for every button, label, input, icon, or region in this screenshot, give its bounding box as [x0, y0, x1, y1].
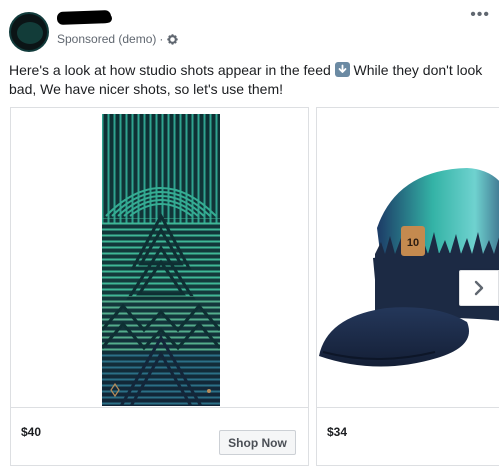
card-price: $40: [21, 425, 42, 439]
card-price: $34: [327, 425, 348, 439]
carousel-card[interactable]: $40 Shop Now: [10, 107, 309, 466]
sponsored-label[interactable]: Sponsored (demo): [57, 32, 156, 46]
carousel-next-button[interactable]: [459, 270, 499, 306]
redacted-page-name-tail: [97, 13, 113, 24]
product-carousel: $40 Shop Now 10 $34: [0, 107, 499, 476]
chevron-right-icon: [474, 280, 484, 296]
post-message: Here's a look at how studio shots appear…: [9, 61, 489, 99]
meta-separator: ·: [159, 32, 164, 46]
message-text-part1: Here's a look at how studio shots appear…: [9, 62, 335, 78]
post-meta: Sponsored (demo) ·: [57, 32, 179, 46]
gear-icon[interactable]: [166, 33, 179, 46]
avatar[interactable]: [9, 12, 49, 52]
shop-now-button[interactable]: Shop Now: [219, 430, 296, 455]
cap-product-image[interactable]: 10: [317, 108, 499, 408]
more-options-icon[interactable]: •••: [470, 7, 490, 23]
sponsored-post: Sponsored (demo) · ••• Here's a look at …: [0, 0, 499, 476]
svg-text:10: 10: [407, 237, 419, 249]
towel-product-image[interactable]: [11, 108, 308, 408]
down-arrow-emoji-icon: [334, 62, 350, 77]
